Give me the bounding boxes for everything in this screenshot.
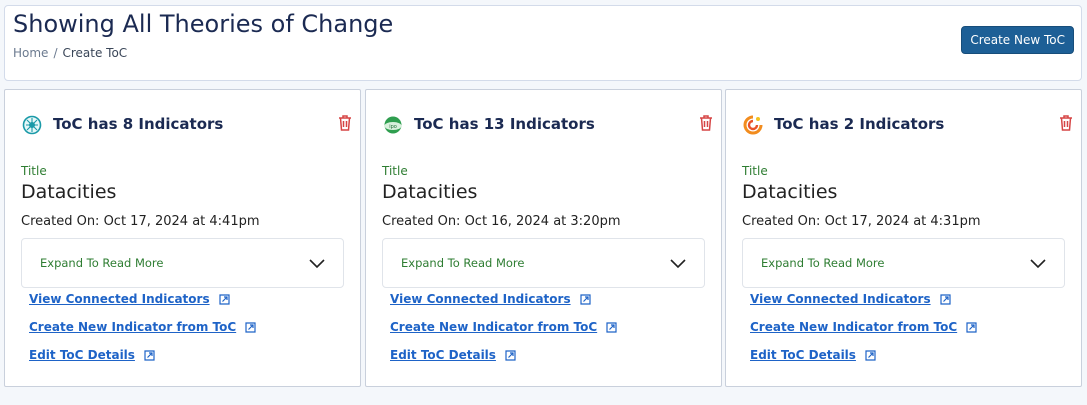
toc-card: ToC has 8 Indicators Title Datacities Cr…	[4, 89, 361, 387]
teal-network-logo-icon	[22, 115, 42, 135]
external-link-icon[interactable]	[505, 349, 516, 361]
view-connected-indicators-link[interactable]: View Connected Indicators	[750, 292, 931, 306]
external-link-icon[interactable]	[939, 293, 951, 305]
external-link-icon[interactable]	[606, 321, 617, 333]
view-connected-indicators-link[interactable]: View Connected Indicators	[29, 292, 210, 306]
created-date: Created On: Oct 17, 2024 at 4:31pm	[742, 214, 981, 229]
created-date: Created On: Oct 16, 2024 at 3:20pm	[382, 214, 621, 229]
title-value: Datacities	[21, 181, 117, 203]
breadcrumb-current: Create ToC	[62, 46, 128, 60]
chevron-down-icon	[1030, 259, 1046, 269]
trash-icon[interactable]	[337, 114, 353, 132]
external-link-icon[interactable]	[245, 321, 256, 333]
orange-swirl-logo-icon	[743, 115, 763, 135]
expand-label: Expand To Read More	[761, 256, 885, 270]
created-date: Created On: Oct 17, 2024 at 4:41pm	[21, 214, 260, 229]
page-header: Showing All Theories of Change Home / Crea…	[4, 5, 1082, 81]
breadcrumb: Home / Create ToC	[13, 46, 127, 60]
toc-card: ToC has 2 Indicators Title Datacities Cr…	[725, 89, 1082, 387]
card-heading: ToC has 2 Indicators	[774, 115, 945, 133]
title-value: Datacities	[742, 181, 838, 203]
edit-toc-details-link[interactable]: Edit ToC Details	[750, 348, 856, 362]
chevron-down-icon	[309, 259, 325, 269]
chevron-down-icon	[670, 259, 686, 269]
page-title: Showing All Theories of Change	[13, 10, 394, 38]
external-link-icon[interactable]	[218, 293, 230, 305]
expand-label: Expand To Read More	[401, 256, 525, 270]
external-link-icon[interactable]	[144, 349, 155, 361]
external-link-icon[interactable]	[579, 293, 591, 305]
edit-toc-details-link[interactable]: Edit ToC Details	[390, 348, 496, 362]
expand-to-read-more[interactable]: Expand To Read More	[382, 238, 705, 288]
trash-icon[interactable]	[698, 114, 714, 132]
title-label: Title	[742, 164, 768, 178]
green-globe-logo-icon: ipo	[384, 116, 402, 134]
card-heading: ToC has 13 Indicators	[414, 115, 595, 133]
create-new-indicator-link[interactable]: Create New Indicator from ToC	[29, 320, 236, 334]
toc-card: ipo ToC has 13 Indicators Title Dataciti…	[365, 89, 722, 387]
svg-text:ipo: ipo	[389, 124, 397, 130]
title-value: Datacities	[382, 181, 478, 203]
create-new-indicator-link[interactable]: Create New Indicator from ToC	[390, 320, 597, 334]
create-new-toc-button[interactable]: Create New ToC	[961, 26, 1074, 54]
external-link-icon[interactable]	[966, 321, 977, 333]
expand-to-read-more[interactable]: Expand To Read More	[21, 238, 344, 288]
breadcrumb-home-link[interactable]: Home	[13, 46, 48, 60]
expand-to-read-more[interactable]: Expand To Read More	[742, 238, 1065, 288]
create-new-indicator-link[interactable]: Create New Indicator from ToC	[750, 320, 957, 334]
breadcrumb-separator: /	[53, 46, 58, 60]
expand-label: Expand To Read More	[40, 256, 164, 270]
edit-toc-details-link[interactable]: Edit ToC Details	[29, 348, 135, 362]
title-label: Title	[21, 164, 47, 178]
external-link-icon[interactable]	[865, 349, 876, 361]
card-heading: ToC has 8 Indicators	[53, 115, 224, 133]
title-label: Title	[382, 164, 408, 178]
view-connected-indicators-link[interactable]: View Connected Indicators	[390, 292, 571, 306]
trash-icon[interactable]	[1058, 114, 1074, 132]
